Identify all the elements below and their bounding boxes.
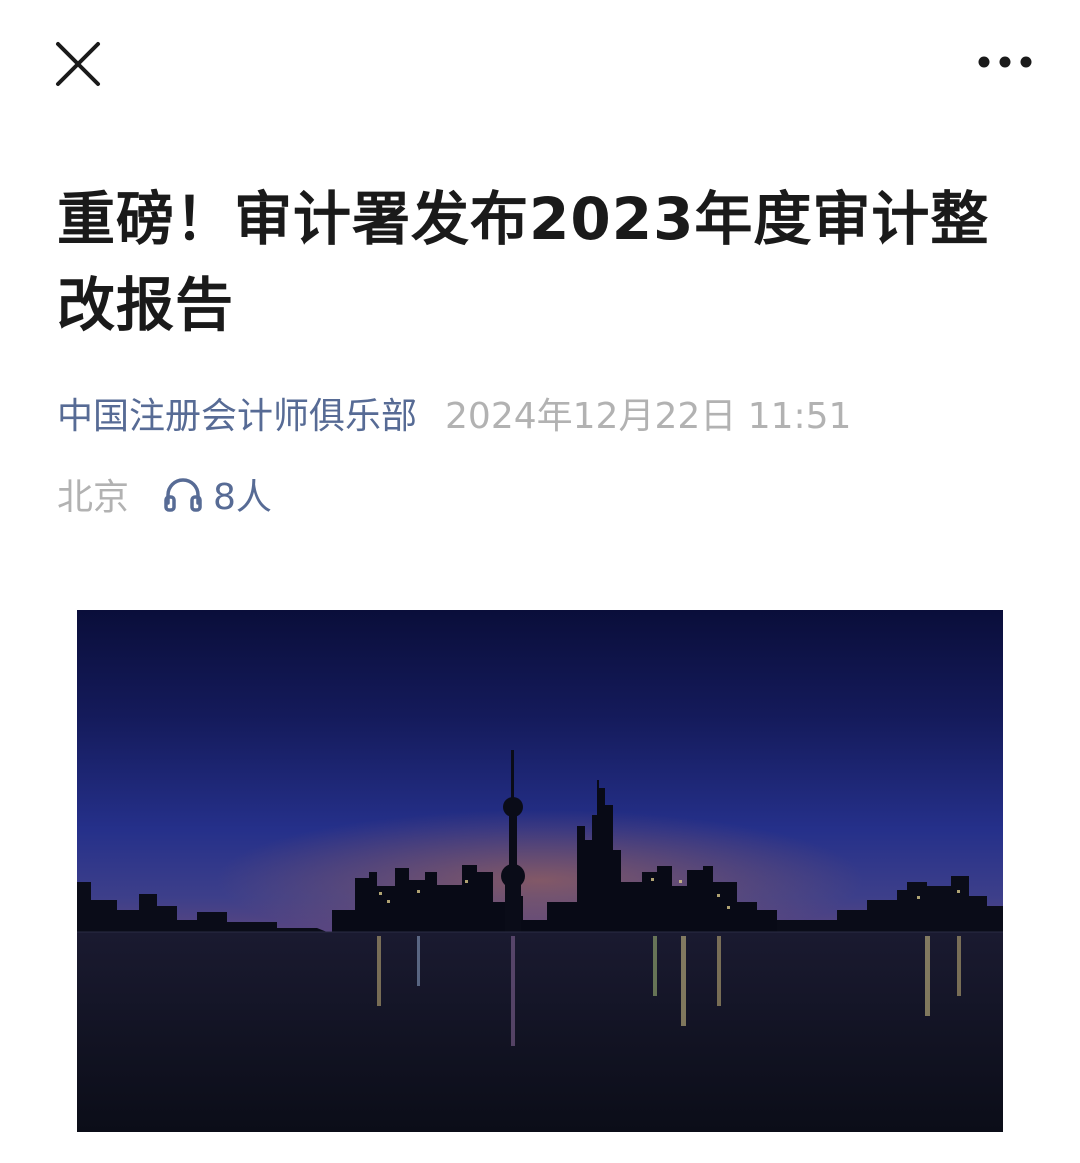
more-button[interactable] — [970, 40, 1040, 84]
article-meta-secondary: 北京 8人 — [57, 464, 272, 524]
publish-location: 北京 — [57, 477, 130, 518]
more-icon — [978, 56, 1032, 68]
publish-datetime: 2024年12月22日 11:51 — [445, 396, 852, 437]
city-skyline-image — [77, 750, 1003, 1132]
close-button[interactable] — [50, 36, 106, 92]
top-bar — [0, 0, 1080, 130]
headphones-icon — [164, 478, 202, 512]
account-name-link[interactable]: 中国注册会计师俱乐部 — [57, 387, 417, 439]
listen-count: 8人 — [213, 477, 272, 518]
hero-image[interactable] — [77, 610, 1003, 1132]
close-icon — [56, 42, 100, 86]
article-meta: 中国注册会计师俱乐部 2024年12月22日 11:51 — [57, 383, 851, 443]
article-title: 重磅！审计署发布2023年度审计整改报告 — [57, 185, 990, 339]
listen-button[interactable]: 8人 — [163, 468, 272, 520]
